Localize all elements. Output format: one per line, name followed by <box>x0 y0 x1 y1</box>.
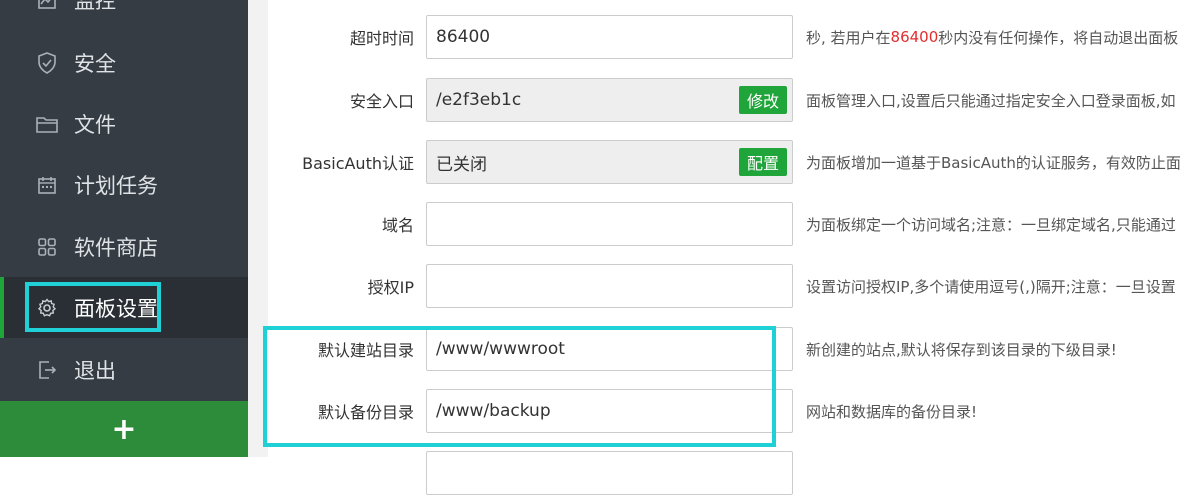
monitor-icon <box>36 0 58 11</box>
backup-dir-input[interactable]: /www/backup <box>426 389 793 433</box>
field-value: 已关闭 <box>436 154 487 175</box>
field-label: 默认建站目录 <box>317 341 414 360</box>
auth-ip-input[interactable] <box>426 264 793 308</box>
hint-highlight: 86400 <box>890 28 939 46</box>
field-hint: 面板管理入口,设置后只能通过指定安全入口登录面板,如 <box>806 91 1176 110</box>
hint-text: 秒, 若用户在 <box>806 28 891 47</box>
sidebar-item-label: 安全 <box>74 51 116 76</box>
field-hint: 为面板增加一道基于BasicAuth的认证服务，有效防止面 <box>806 153 1181 172</box>
form-row-backup-dir: 默认备份目录 /www/backup 网站和数据库的备份目录! <box>268 389 1204 433</box>
calendar-icon <box>36 174 58 196</box>
form-row-timeout: 超时时间 86400 秒, 若用户在 86400 秒内没有任何操作，将自动退出面板 <box>268 15 1204 59</box>
sidebar-item-monitor[interactable]: 监控 <box>0 0 248 30</box>
configure-button[interactable]: 配置 <box>738 148 787 176</box>
field-label: 超时时间 <box>349 29 414 48</box>
content-gutter <box>248 0 268 457</box>
field-hint: 网站和数据库的备份目录! <box>806 402 978 421</box>
sidebar-item-logout[interactable]: 退出 <box>0 339 248 400</box>
field-hint: 为面板绑定一个访问域名;注意：一旦绑定域名,只能通过 <box>806 215 1176 234</box>
site-dir-input[interactable]: /www/wwwroot <box>426 327 793 371</box>
sidebar-item-label: 软件商店 <box>74 235 158 260</box>
basicauth-field: 已关闭 配置 <box>426 140 793 184</box>
timeout-input[interactable]: 86400 <box>426 15 793 59</box>
logout-icon <box>36 359 58 381</box>
form-row-domain: 域名 为面板绑定一个访问域名;注意：一旦绑定域名,只能通过 <box>268 202 1204 246</box>
next-input[interactable] <box>426 451 793 495</box>
form-row-basicauth: BasicAuth认证 已关闭 配置 为面板增加一道基于BasicAuth的认证… <box>268 140 1204 184</box>
sidebar: 监控 安全 文件 计划任务 软件商店 面板设置 退出 + <box>0 0 248 457</box>
sidebar-item-label: 退出 <box>74 358 116 383</box>
active-indicator <box>0 277 4 338</box>
modify-button[interactable]: 修改 <box>738 86 787 114</box>
sidebar-item-label: 文件 <box>74 112 116 137</box>
field-hint: 设置访问授权IP,多个请使用逗号(,)隔开;注意：一旦设置 <box>806 277 1176 296</box>
add-button[interactable]: + <box>0 401 248 457</box>
sidebar-item-crontab[interactable]: 计划任务 <box>0 154 248 215</box>
field-label: 授权IP <box>367 278 414 297</box>
form-row-auth-ip: 授权IP 设置访问授权IP,多个请使用逗号(,)隔开;注意：一旦设置 <box>268 264 1204 308</box>
sidebar-item-label: 计划任务 <box>74 173 158 198</box>
field-label: BasicAuth认证 <box>302 154 414 173</box>
field-label: 域名 <box>381 216 414 235</box>
form-row-next <box>268 451 1204 495</box>
sidebar-item-software-store[interactable]: 软件商店 <box>0 216 248 277</box>
gear-icon <box>36 297 58 319</box>
field-label: 安全入口 <box>349 92 414 111</box>
field-hint: 秒, 若用户在 86400 秒内没有任何操作，将自动退出面板 <box>806 15 1204 59</box>
field-label: 默认备份目录 <box>317 403 414 422</box>
form-row-site-dir: 默认建站目录 /www/wwwroot 新创建的站点,默认将保存到该目录的下级目… <box>268 327 1204 371</box>
sidebar-item-files[interactable]: 文件 <box>0 93 248 154</box>
security-entry-field: /e2f3eb1c 修改 <box>426 78 793 122</box>
sidebar-item-label: 监控 <box>74 0 116 13</box>
grid-icon <box>36 236 58 258</box>
hint-text: 秒内没有任何操作，将自动退出面板 <box>938 28 1179 47</box>
form-row-security-entry: 安全入口 /e2f3eb1c 修改 面板管理入口,设置后只能通过指定安全入口登录… <box>268 78 1204 122</box>
field-hint: 新创建的站点,默认将保存到该目录的下级目录! <box>806 340 1117 359</box>
folder-icon <box>36 113 58 135</box>
domain-input[interactable] <box>426 202 793 246</box>
field-value: /e2f3eb1c <box>436 90 522 110</box>
sidebar-item-label: 面板设置 <box>74 296 158 321</box>
sidebar-item-security[interactable]: 安全 <box>0 32 248 93</box>
sidebar-item-panel-settings[interactable]: 面板设置 <box>0 277 248 338</box>
shield-icon <box>36 51 58 74</box>
